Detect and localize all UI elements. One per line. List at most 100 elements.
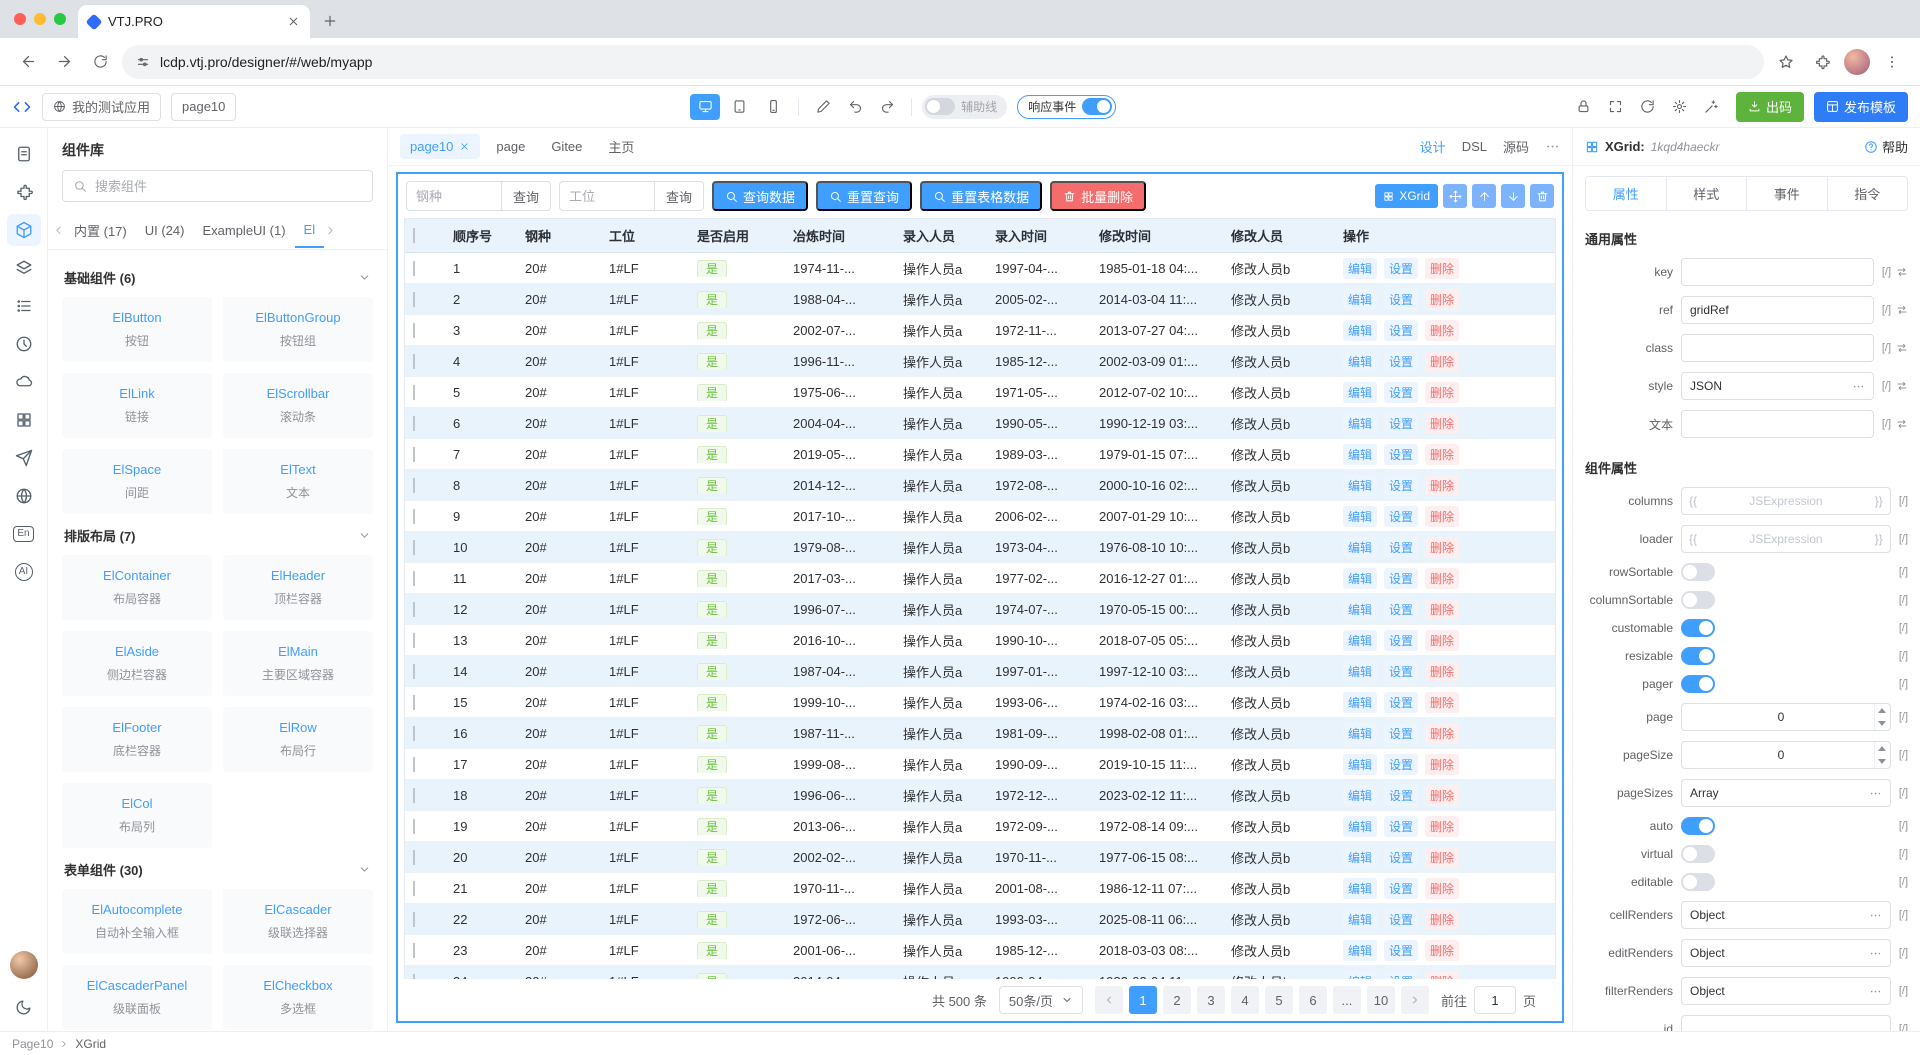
component-card[interactable]: ElCascader 级联选择器 [223, 889, 373, 954]
column-header-9[interactable]: 操作 [1335, 226, 1555, 245]
canvas-tab-主页[interactable]: 主页 [598, 132, 644, 161]
xgrid-component[interactable]: 查询 查询 查询数据 重置查询 重置表格数据 批量删除 XGrid 顺序号钢种工位是否… [396, 172, 1564, 1023]
guides-toggle-switch[interactable] [925, 98, 956, 115]
sidebar-item-components[interactable] [6, 214, 41, 246]
row-checkbox[interactable] [413, 663, 415, 679]
expression-toggle-icon[interactable]: [/] [1899, 749, 1908, 761]
tab-属性[interactable]: 属性 [1586, 177, 1666, 210]
row-action-删除[interactable]: 删除 [1425, 257, 1460, 279]
row-action-删除[interactable]: 删除 [1425, 319, 1460, 341]
expression-toggle-icon[interactable]: [/] [1899, 678, 1908, 690]
number-input[interactable] [1681, 703, 1891, 731]
component-card[interactable]: ElButtonGroup 按钮组 [223, 297, 373, 362]
tab-close-icon[interactable] [287, 15, 300, 28]
sidebar-item-ai[interactable]: AI [7, 556, 41, 588]
row-action-设置[interactable]: 设置 [1384, 753, 1419, 775]
row-action-编辑[interactable]: 编辑 [1343, 257, 1378, 279]
number-input[interactable] [1681, 741, 1891, 769]
more-icon[interactable] [1852, 380, 1865, 393]
lock-icon[interactable] [1570, 94, 1598, 120]
page-button-4[interactable]: 4 [1230, 986, 1259, 1014]
library-tab-0[interactable]: 内置 (17) [65, 212, 136, 249]
component-card[interactable]: ElCol 布局列 [62, 783, 212, 848]
more-options-icon[interactable] [1545, 139, 1560, 154]
expression-toggle-icon[interactable]: [/] [1899, 876, 1908, 888]
canvas-viewport[interactable]: 查询 查询 查询数据 重置查询 重置表格数据 批量删除 XGrid 顺序号钢种工位是否… [388, 166, 1572, 1031]
component-card[interactable]: ElCascaderPanel 级联面板 [62, 965, 212, 1030]
property-toggle-auto[interactable] [1681, 817, 1715, 835]
row-checkbox[interactable] [413, 353, 415, 369]
property-toggle-editable[interactable] [1681, 873, 1715, 891]
sidebar-item-history[interactable] [7, 328, 41, 360]
row-action-删除[interactable]: 删除 [1425, 877, 1460, 899]
row-action-删除[interactable]: 删除 [1425, 350, 1460, 372]
desktop-device-icon[interactable] [690, 93, 721, 120]
sidebar-item-layers[interactable] [7, 252, 41, 284]
property-toggle-customable[interactable] [1681, 619, 1715, 637]
row-action-删除[interactable]: 删除 [1425, 939, 1460, 961]
row-action-设置[interactable]: 设置 [1384, 908, 1419, 930]
browser-menu-icon[interactable] [1878, 48, 1906, 76]
expression-toggle-icon[interactable]: [/] [1882, 266, 1891, 278]
back-button[interactable] [14, 48, 42, 76]
tab-样式[interactable]: 样式 [1665, 177, 1746, 210]
more-icon[interactable] [1869, 909, 1882, 922]
tabs-scroll-left-icon[interactable] [52, 224, 65, 237]
row-action-编辑[interactable]: 编辑 [1343, 939, 1378, 961]
row-checkbox[interactable] [413, 880, 415, 896]
mode-DSL[interactable]: DSL [1462, 139, 1487, 154]
property-toggle-virtual[interactable] [1681, 845, 1715, 863]
canvas-tab-page10[interactable]: page10 [400, 134, 481, 159]
row-checkbox[interactable] [413, 322, 415, 338]
row-action-设置[interactable]: 设置 [1384, 939, 1419, 961]
sidebar-item-plugins[interactable] [7, 176, 41, 208]
expression-toggle-icon[interactable]: [/] [1899, 594, 1908, 606]
component-card[interactable]: ElContainer 布局容器 [62, 555, 212, 620]
row-action-删除[interactable]: 删除 [1425, 443, 1460, 465]
component-card[interactable]: ElText 文本 [223, 449, 373, 514]
grid-button-3[interactable]: 批量删除 [1050, 181, 1147, 211]
row-action-设置[interactable]: 设置 [1384, 691, 1419, 713]
events-toggle-switch[interactable] [1082, 98, 1113, 115]
row-action-设置[interactable]: 设置 [1384, 381, 1419, 403]
redo-icon[interactable] [873, 94, 901, 120]
row-action-设置[interactable]: 设置 [1384, 474, 1419, 496]
row-checkbox[interactable] [413, 477, 415, 493]
row-action-编辑[interactable]: 编辑 [1343, 288, 1378, 310]
current-page-chip[interactable]: page10 [171, 92, 237, 121]
phone-device-icon[interactable] [758, 94, 788, 120]
row-action-删除[interactable]: 删除 [1425, 412, 1460, 434]
property-input-文本[interactable] [1681, 410, 1874, 438]
row-checkbox[interactable] [413, 818, 415, 834]
bind-icon[interactable] [1896, 342, 1908, 354]
steel-search-button[interactable]: 查询 [502, 181, 552, 211]
row-action-设置[interactable]: 设置 [1384, 443, 1419, 465]
section-header[interactable]: 排版布局 (7) [62, 514, 373, 555]
dark-mode-icon[interactable] [7, 991, 41, 1023]
library-tab-3[interactable]: El [294, 213, 325, 248]
component-card[interactable]: ElScrollbar 滚动条 [223, 373, 373, 438]
refresh-icon[interactable] [1634, 94, 1662, 120]
row-action-删除[interactable]: 删除 [1425, 908, 1460, 930]
property-input-key[interactable] [1681, 258, 1874, 286]
minimize-window-button[interactable] [34, 13, 46, 25]
row-action-编辑[interactable]: 编辑 [1343, 505, 1378, 527]
property-input-class[interactable] [1681, 334, 1874, 362]
ai-assist-icon[interactable] [1698, 94, 1726, 120]
row-checkbox[interactable] [413, 756, 415, 772]
property-toggle-pager[interactable] [1681, 675, 1715, 693]
row-action-编辑[interactable]: 编辑 [1343, 443, 1378, 465]
expression-toggle-icon[interactable]: [/] [1882, 380, 1891, 392]
row-action-编辑[interactable]: 编辑 [1343, 567, 1378, 589]
expression-toggle-icon[interactable]: [/] [1882, 418, 1891, 430]
row-checkbox[interactable] [413, 601, 415, 617]
property-editor-filterRenders[interactable]: Object [1681, 977, 1891, 1005]
row-action-编辑[interactable]: 编辑 [1343, 412, 1378, 434]
expression-toggle-icon[interactable]: [/] [1882, 342, 1891, 354]
guides-toggle[interactable]: 辅助线 [922, 94, 1008, 119]
row-checkbox[interactable] [413, 539, 415, 555]
page-button-1[interactable]: 1 [1128, 986, 1157, 1014]
row-action-编辑[interactable]: 编辑 [1343, 660, 1378, 682]
row-action-删除[interactable]: 删除 [1425, 598, 1460, 620]
page-button-5[interactable]: 5 [1264, 986, 1293, 1014]
